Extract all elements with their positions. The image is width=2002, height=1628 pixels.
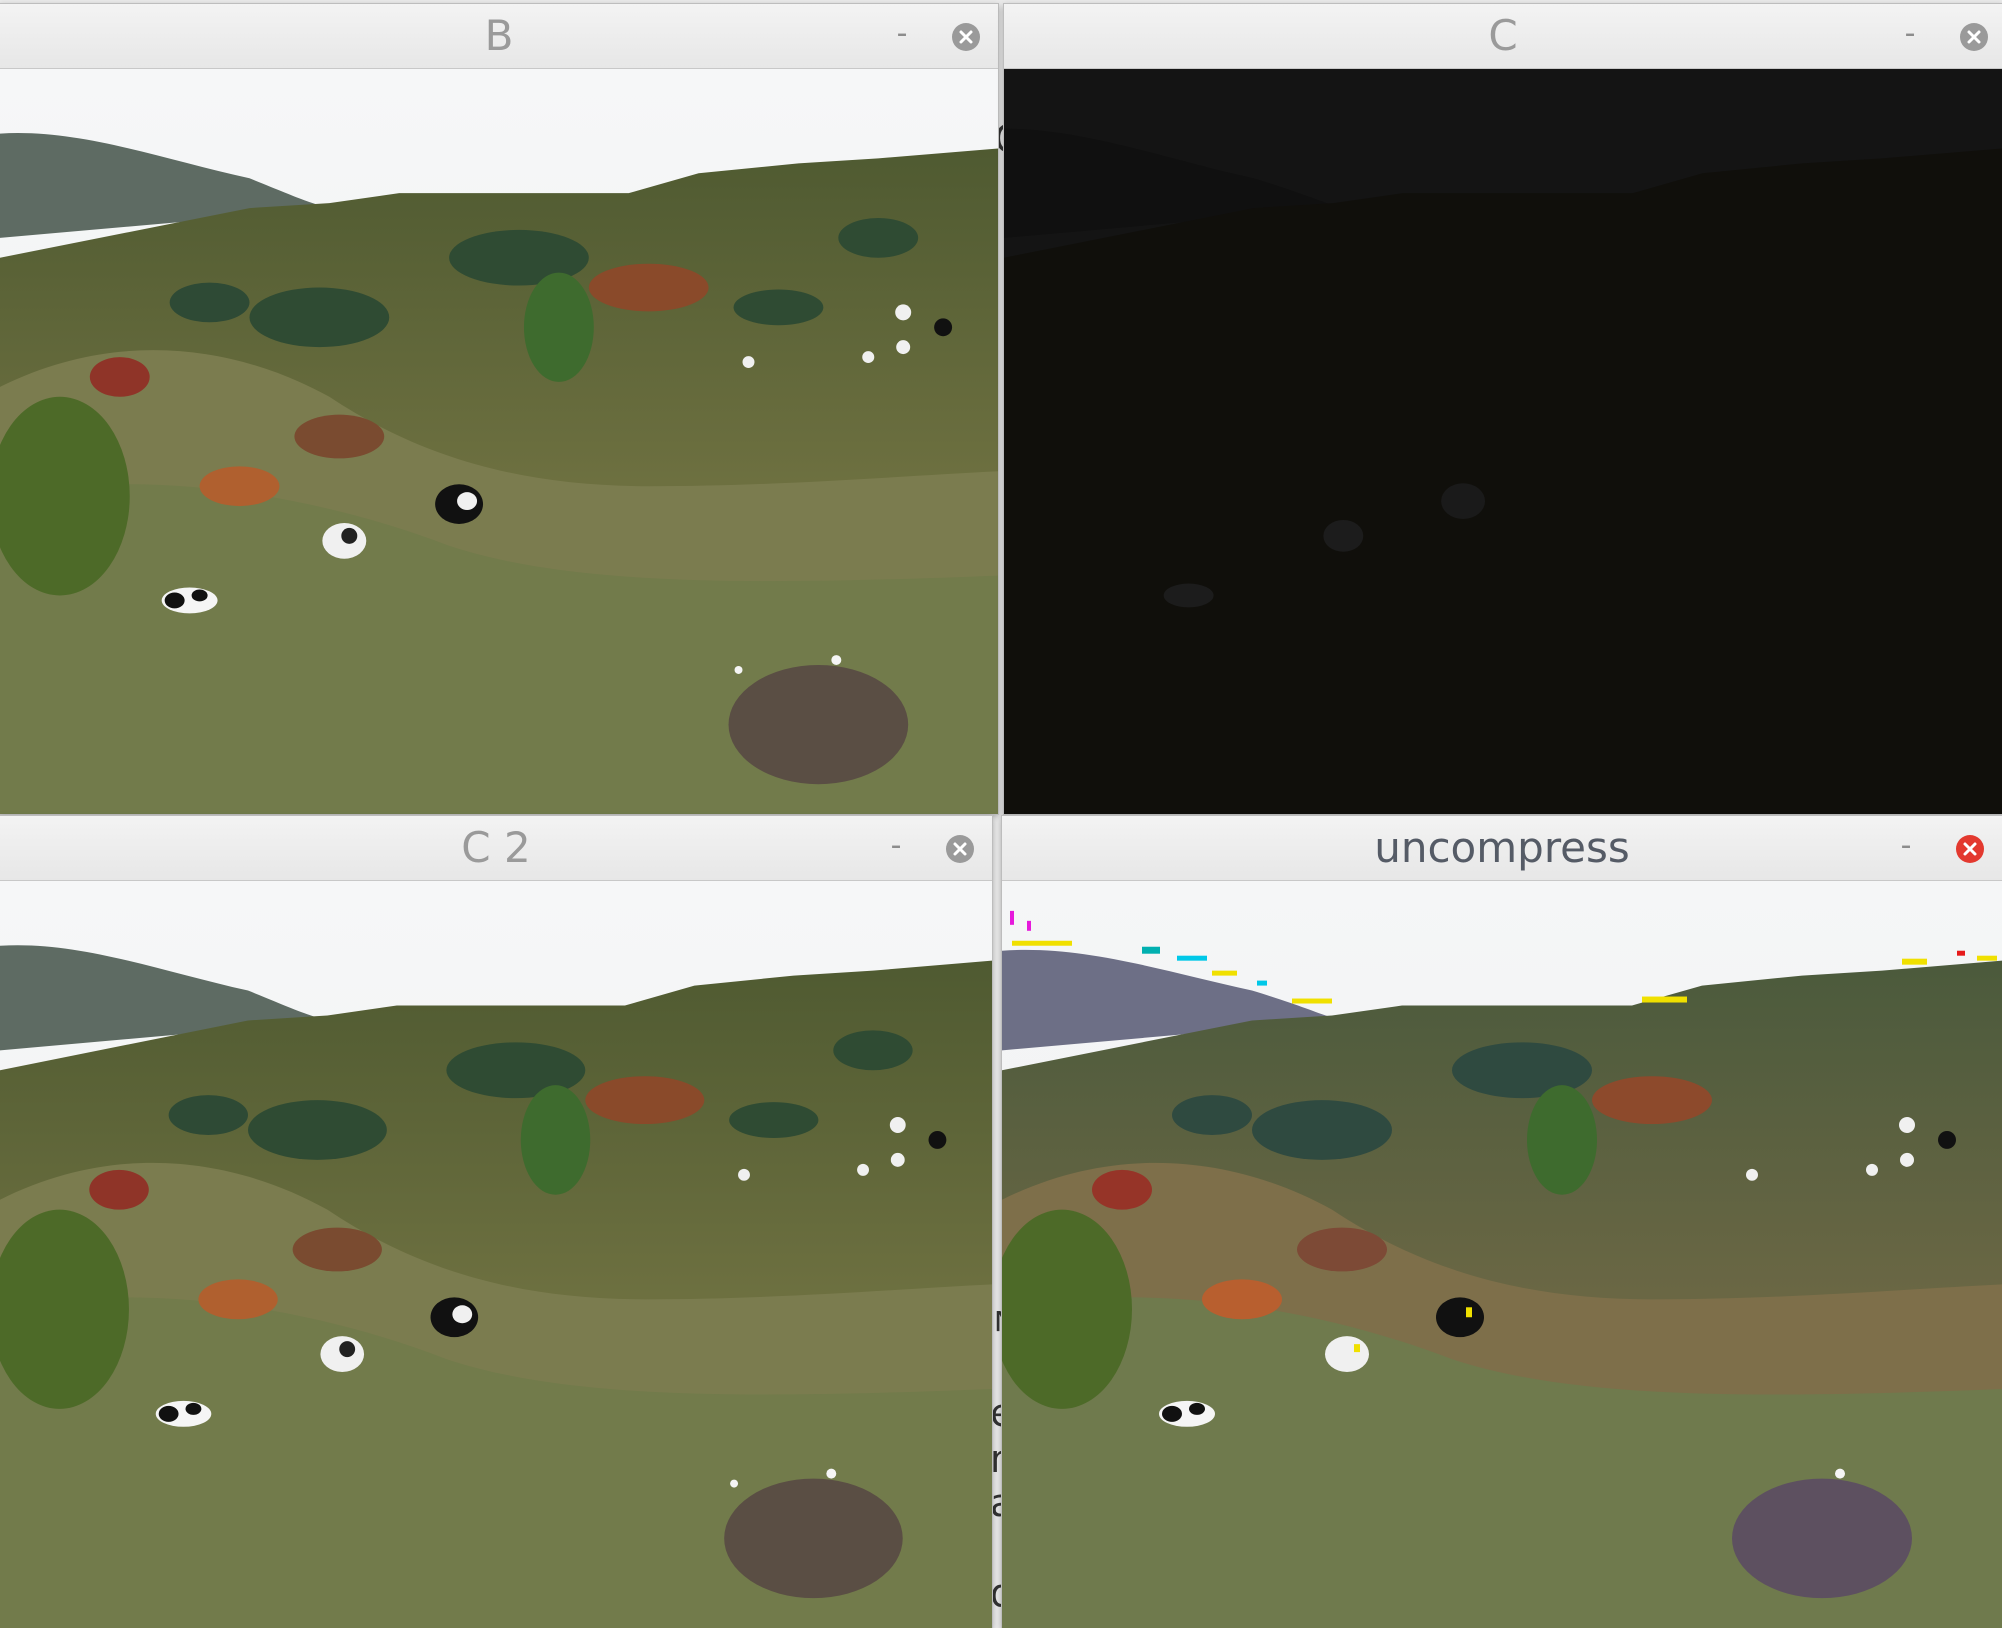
minimize-button[interactable]: - xyxy=(1886,826,1926,870)
image-canvas[interactable] xyxy=(1004,69,2002,814)
hillside-image-dark xyxy=(1004,69,2002,814)
image-canvas[interactable] xyxy=(0,69,998,814)
title-bar[interactable]: uncompress - xyxy=(1002,816,2002,881)
image-window-uncompress[interactable]: uncompress - xyxy=(1002,816,2002,1628)
image-window-b[interactable]: B - xyxy=(0,4,998,814)
minimize-button[interactable]: - xyxy=(882,14,922,58)
minimize-button[interactable]: - xyxy=(876,826,916,870)
hillside-image-artifacts xyxy=(1002,881,2002,1628)
close-button[interactable] xyxy=(1956,835,1984,863)
close-icon xyxy=(959,30,973,44)
image-canvas[interactable] xyxy=(1002,881,2002,1628)
title-bar[interactable]: C - xyxy=(1004,4,2002,69)
close-icon xyxy=(1963,842,1977,856)
hillside-image xyxy=(0,69,998,814)
close-button[interactable] xyxy=(952,23,980,51)
close-button[interactable] xyxy=(946,835,974,863)
hillside-image xyxy=(0,881,992,1628)
close-button[interactable] xyxy=(1960,23,1988,51)
window-title: uncompress xyxy=(1374,823,1630,872)
close-icon xyxy=(1967,30,1981,44)
close-icon xyxy=(953,842,967,856)
title-bar[interactable]: B - xyxy=(0,4,998,69)
title-bar[interactable]: C 2 - xyxy=(0,816,992,881)
image-window-c2[interactable]: C 2 - xyxy=(0,816,992,1628)
window-title: C xyxy=(1488,11,1518,60)
window-title: C 2 xyxy=(461,823,531,872)
window-title: B xyxy=(484,11,514,60)
image-canvas[interactable] xyxy=(0,881,992,1628)
minimize-button[interactable]: - xyxy=(1890,14,1930,58)
image-window-c[interactable]: C - xyxy=(1004,4,2002,814)
